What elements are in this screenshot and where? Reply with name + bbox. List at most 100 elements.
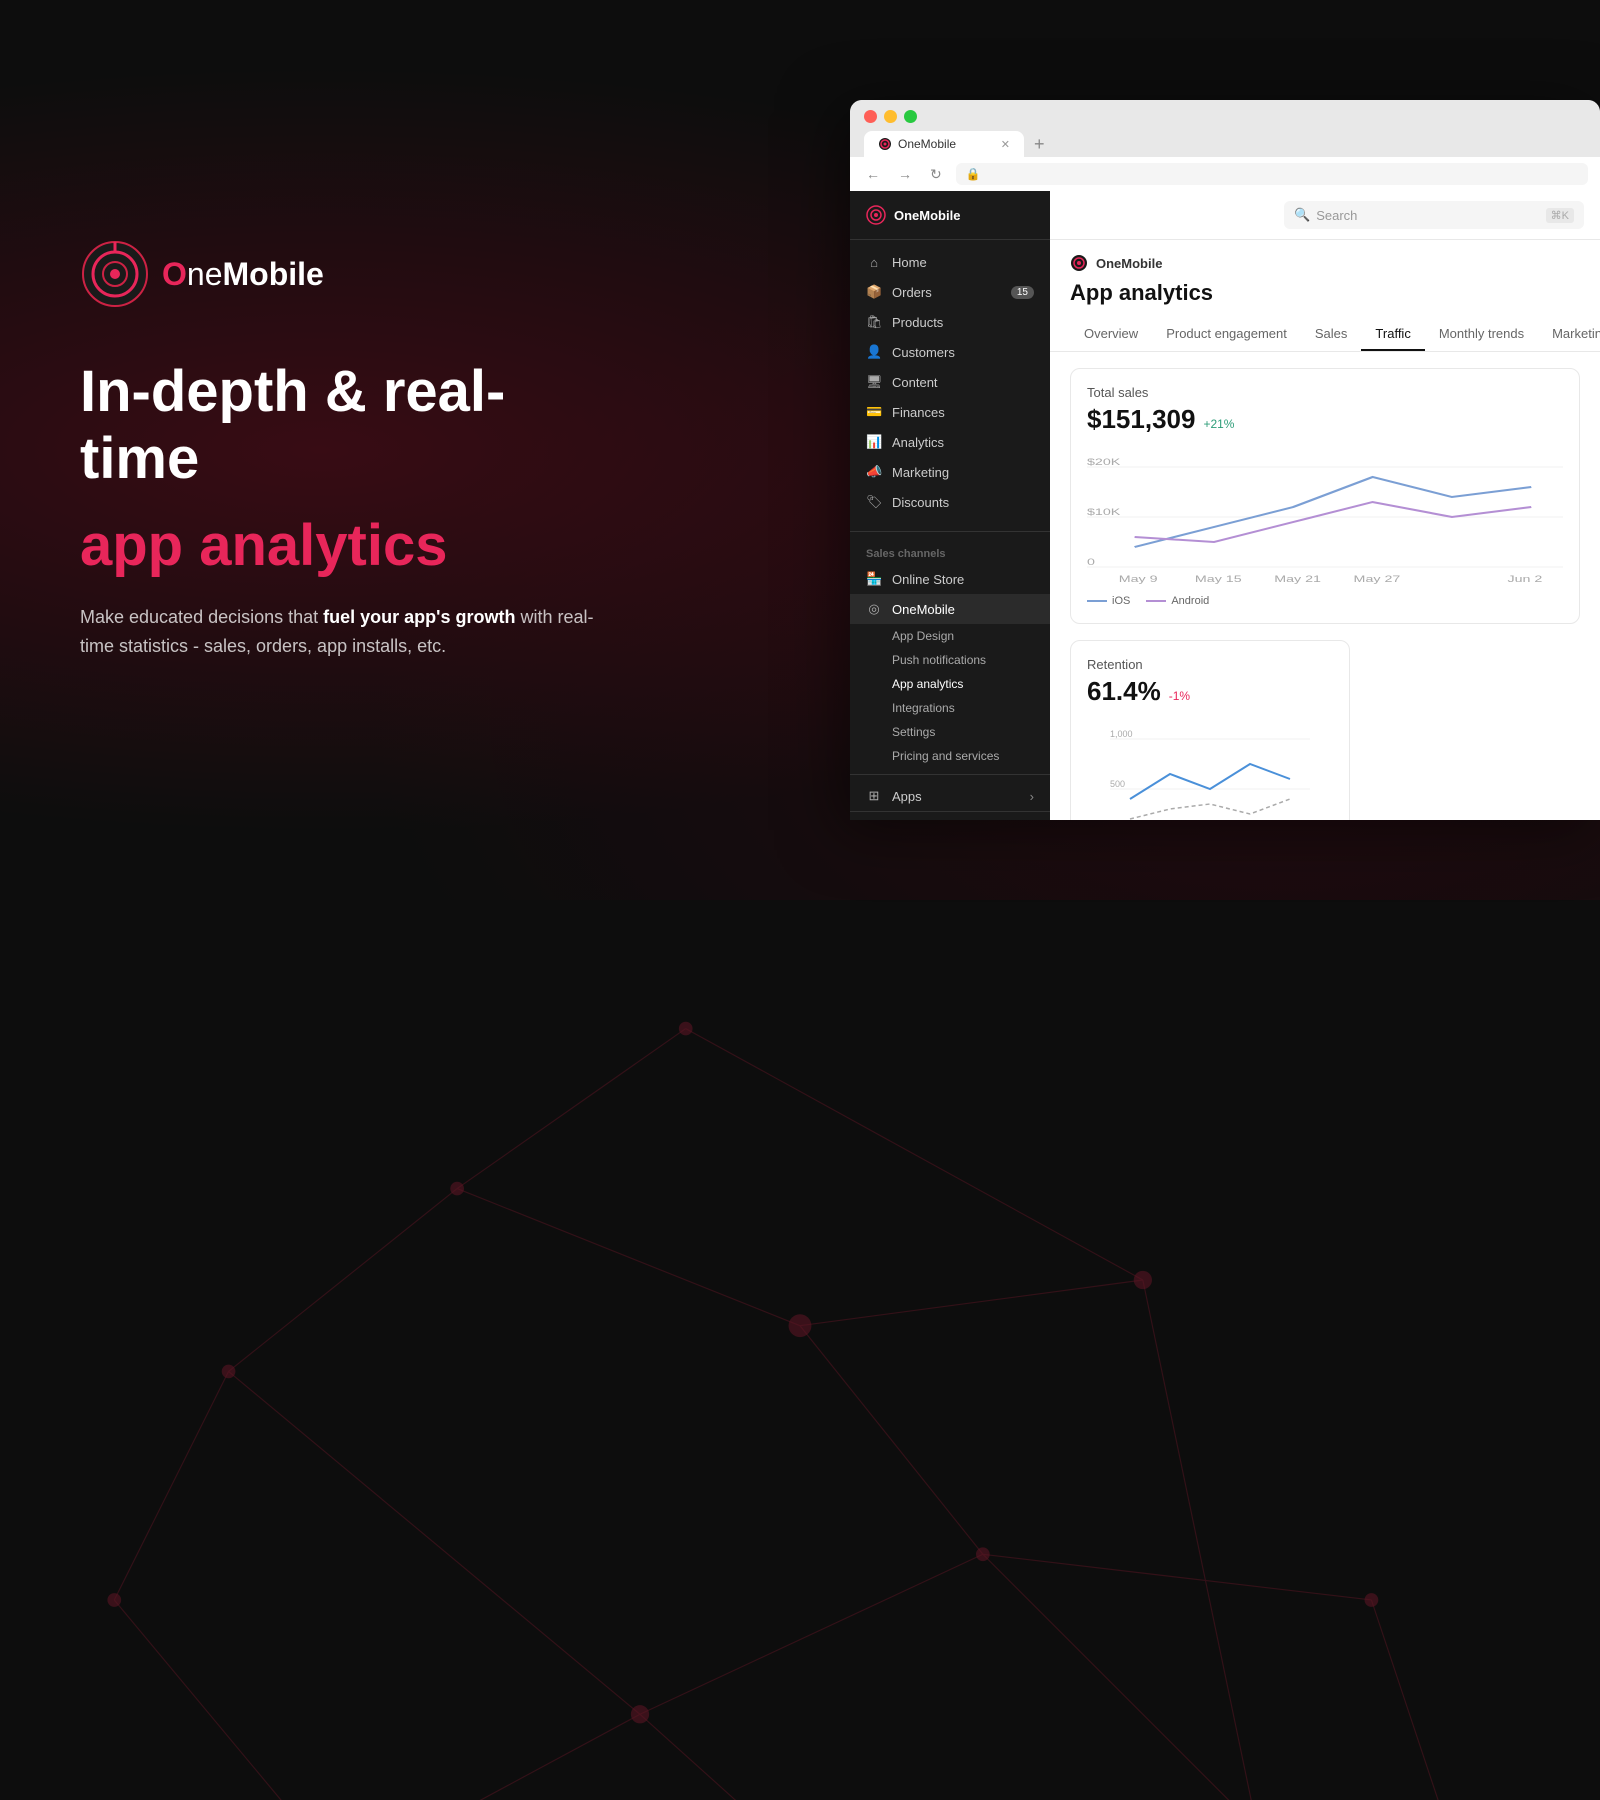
tab-monthly-trends[interactable]: Monthly trends [1425,318,1538,351]
tab-overview[interactable]: Overview [1070,318,1152,351]
sidebar-item-discounts-label: Discounts [892,495,949,510]
logo-mobile-word: Mobile [222,256,323,292]
svg-text:0: 0 [1087,557,1095,568]
sidebar-item-online-store[interactable]: 🏪 Online Store [850,564,1050,594]
analytics-tabs: Overview Product engagement Sales Traffi… [1050,318,1600,352]
subtext-bold: fuel your app's growth [323,607,515,627]
sidebar-subitem-pricing[interactable]: Pricing and services [850,744,1050,768]
sidebar-subitem-pricing-label: Pricing and services [892,749,999,763]
logo-ne: ne [187,256,223,292]
new-tab-button[interactable]: + [1030,134,1049,155]
search-shortcut: ⌘K [1546,208,1574,223]
traffic-lights [864,110,1586,123]
svg-text:500: 500 [1110,779,1125,789]
analytics-icon: 📊 [866,434,882,450]
sidebar-item-analytics-label: Analytics [892,435,944,450]
svg-text:May 21: May 21 [1274,574,1321,585]
sales-channels-label: Sales channels [850,538,1050,564]
retention-value-row: 61.4% -1% [1087,676,1333,707]
browser-tab-active[interactable]: OneMobile ✕ [864,131,1024,157]
tab-sales[interactable]: Sales [1301,318,1362,351]
home-icon: ⌂ [866,255,882,270]
search-icon: 🔍 [1294,207,1310,223]
headline-container: In-depth & real-time app analytics [80,359,620,579]
sidebar-subitem-settings-label: Settings [892,725,935,739]
sidebar-subitem-integrations-label: Integrations [892,701,955,715]
discounts-icon: 🏷 [866,494,882,510]
apps-expand-icon: › [1030,789,1034,804]
sidebar-item-orders[interactable]: 📦 Orders 15 [850,277,1050,307]
retention-chart: 1,000 500 0 May 9 May 15 May 21 May 27 J… [1087,719,1333,820]
tab-title: OneMobile [898,137,956,151]
svg-text:$10K: $10K [1087,507,1120,518]
sidebar-subitem-app-design-label: App Design [892,629,954,643]
traffic-light-minimize[interactable] [884,110,897,123]
sidebar-online-store-label: Online Store [892,572,964,587]
content-header: OneMobile [1050,240,1600,280]
sidebar-item-analytics[interactable]: 📊 Analytics [850,427,1050,457]
sidebar-subitem-app-design[interactable]: App Design [850,624,1050,648]
tab-product-engagement[interactable]: Product engagement [1152,318,1301,351]
sidebar-item-products[interactable]: 🛍 Products [850,307,1050,337]
onemobile-channel-icon: ◎ [866,601,882,617]
sidebar-apps-label: Apps [892,789,922,804]
search-bar[interactable]: 🔍 Search ⌘K [1284,201,1584,229]
marketing-icon: 📣 [866,464,882,480]
tab-traffic[interactable]: Traffic [1361,318,1424,351]
sidebar-item-home[interactable]: ⌂ Home [850,248,1050,277]
content-icon: 🖥 [866,374,882,390]
sidebar-item-content[interactable]: 🖥 Content [850,367,1050,397]
products-icon: 🛍 [866,314,882,330]
sidebar-bottom: ⚙ Settings [850,811,1050,820]
legend-android: Android [1146,595,1209,607]
svg-text:$20K: $20K [1087,457,1120,468]
search-placeholder: Search [1316,208,1539,223]
sidebar-item-customers[interactable]: 👤 Customers [850,337,1050,367]
sidebar-item-marketing-label: Marketing [892,465,949,480]
refresh-button[interactable]: ↻ [926,164,946,185]
sidebar-header: OneMobile [850,191,1050,240]
orders-badge: 15 [1011,286,1034,299]
traffic-light-close[interactable] [864,110,877,123]
sidebar-subitem-app-analytics-label: App analytics [892,677,963,691]
browser-nav: ← → ↻ 🔒 [850,157,1600,191]
tab-favicon [878,137,892,151]
total-sales-chart: $20K $10K 0 May 9 May 15 May 21 May 27 [1087,447,1563,587]
orders-icon: 📦 [866,284,882,300]
traffic-light-maximize[interactable] [904,110,917,123]
subtext-start: Make educated decisions that [80,607,323,627]
sidebar-nav: ⌂ Home 📦 Orders 15 🛍 Products 👤 Customer… [850,240,1050,525]
retention-value: 61.4% [1087,676,1161,707]
sidebar-item-onemobile[interactable]: ◎ OneMobile [850,594,1050,624]
sidebar-subitem-integrations[interactable]: Integrations [850,696,1050,720]
sidebar-subitem-app-analytics[interactable]: App analytics [850,672,1050,696]
sidebar-subitem-push-notifications[interactable]: Push notifications [850,648,1050,672]
logo-area: OneMobile [80,239,620,309]
sidebar-item-discounts[interactable]: 🏷 Discounts [850,487,1050,517]
sidebar-item-finances[interactable]: 💳 Finances [850,397,1050,427]
svg-text:Jun 2: Jun 2 [1507,574,1542,585]
sidebar-item-orders-label: Orders [892,285,932,300]
left-panel: OneMobile In-depth & real-time app analy… [0,0,700,900]
svg-text:May 15: May 15 [1195,574,1242,585]
sidebar-divider-2 [850,774,1050,775]
content-brand-name: OneMobile [1096,256,1162,271]
logo-o: O [162,256,187,292]
sidebar-item-finances-label: Finances [892,405,945,420]
sidebar-item-apps[interactable]: ⊞ Apps › [850,781,1050,811]
address-bar[interactable]: 🔒 [956,163,1588,185]
sidebar-item-content-label: Content [892,375,938,390]
legend-android-label: Android [1171,595,1209,607]
sidebar-item-marketing[interactable]: 📣 Marketing [850,457,1050,487]
sidebar: OneMobile ⌂ Home 📦 Orders 15 🛍 Products [850,191,1050,820]
tab-close-btn[interactable]: ✕ [1001,138,1010,151]
logo-wordmark: OneMobile [162,256,324,293]
sidebar-subitem-settings[interactable]: Settings [850,720,1050,744]
forward-button[interactable]: → [894,164,916,184]
headline-line2: app analytics [80,512,620,579]
total-sales-value: $151,309 [1087,404,1195,435]
tab-marketing[interactable]: Marketing [1538,318,1600,351]
online-store-icon: 🏪 [866,571,882,587]
sidebar-onemobile-label: OneMobile [892,602,955,617]
back-button[interactable]: ← [862,164,884,184]
